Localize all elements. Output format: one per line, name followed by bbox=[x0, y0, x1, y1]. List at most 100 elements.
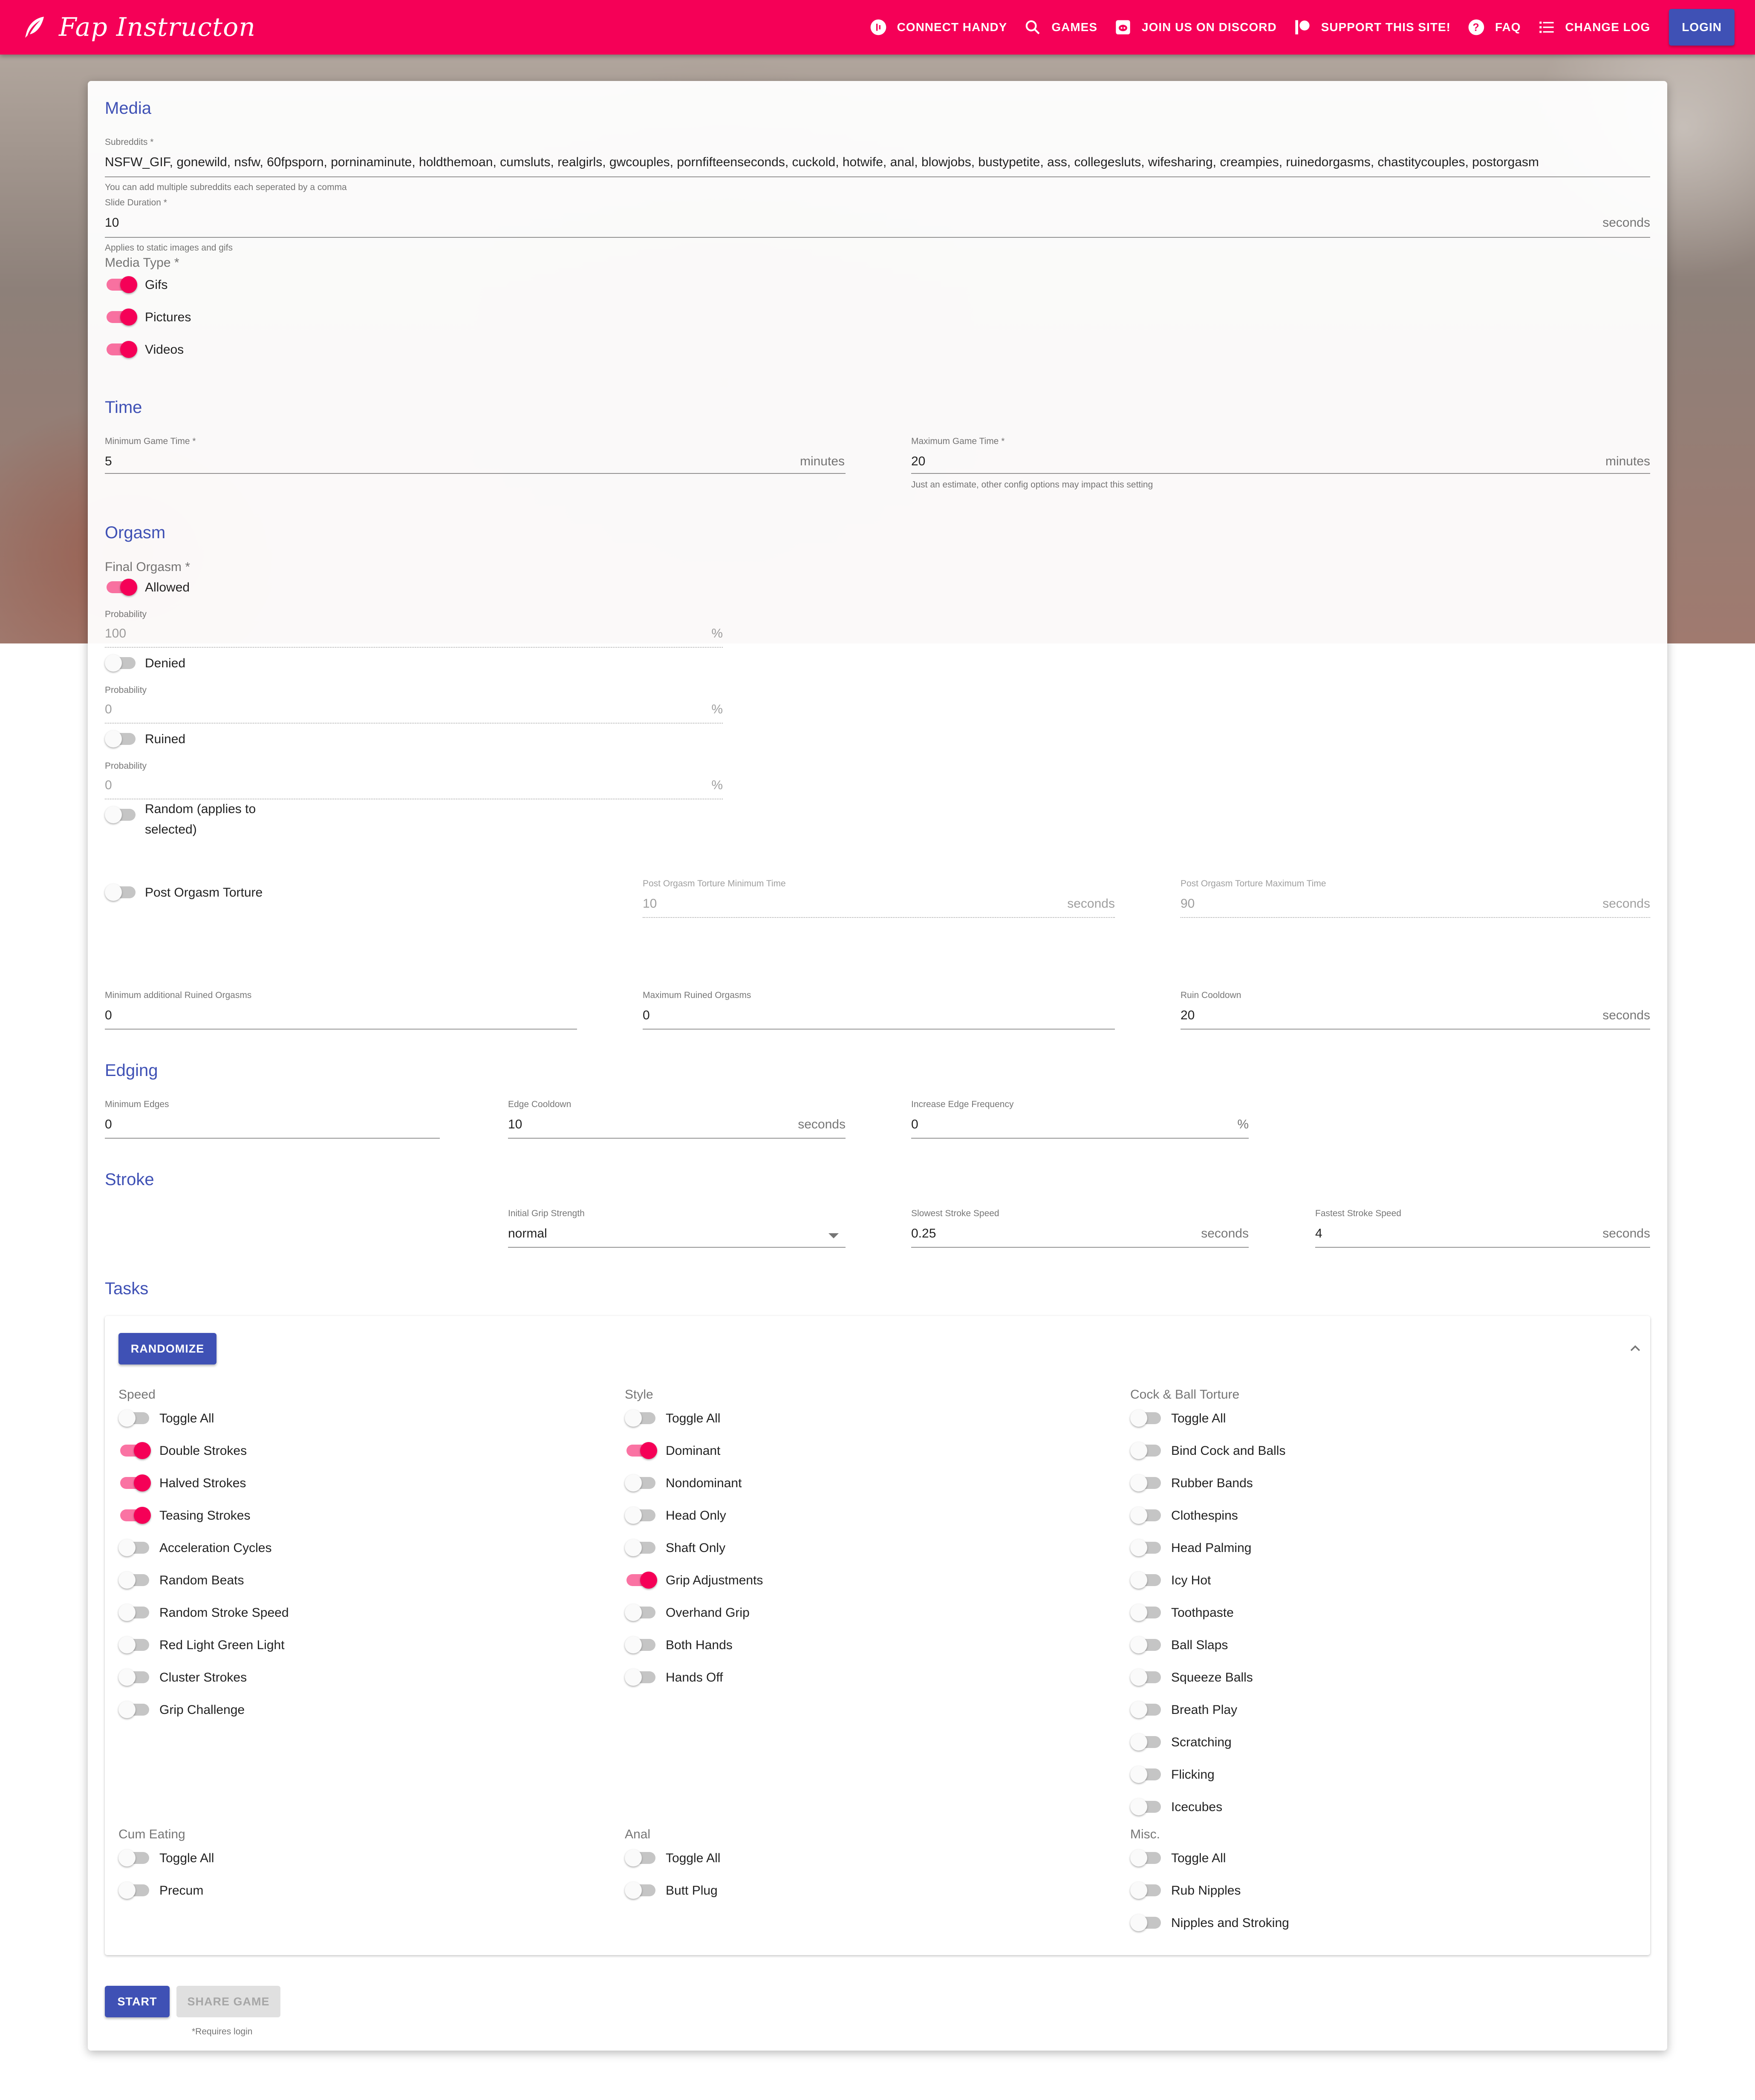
max-game-time-input[interactable]: 20 bbox=[911, 454, 925, 469]
edge-cooldown-input[interactable]: 10 bbox=[508, 1117, 522, 1132]
task-toggle-row[interactable]: Toggle All bbox=[1130, 1406, 1599, 1432]
task-toggle-row[interactable]: Red Light Green Light bbox=[118, 1633, 587, 1659]
random-switch[interactable] bbox=[105, 806, 137, 823]
task-toggle-row[interactable]: Rubber Bands bbox=[1130, 1471, 1599, 1497]
task-switch[interactable] bbox=[625, 1849, 657, 1866]
task-toggle-row[interactable]: Toggle All bbox=[118, 1406, 587, 1432]
max-ruined-input[interactable]: 0 bbox=[643, 1008, 650, 1023]
task-toggle-row[interactable]: Precum bbox=[118, 1878, 587, 1904]
task-switch[interactable] bbox=[118, 1410, 151, 1427]
edge-frequency-input[interactable]: 0 bbox=[911, 1117, 918, 1132]
task-toggle-row[interactable]: Cluster Strokes bbox=[118, 1665, 587, 1691]
task-toggle-row[interactable]: Random Beats bbox=[118, 1568, 587, 1594]
task-toggle-row[interactable]: Shaft Only bbox=[625, 1536, 1094, 1561]
pictures-switch[interactable] bbox=[105, 309, 137, 326]
task-toggle-row[interactable]: Toggle All bbox=[625, 1846, 1094, 1872]
min-edges-input[interactable]: 0 bbox=[105, 1117, 112, 1132]
denied-probability-input[interactable]: 0 bbox=[105, 702, 112, 717]
task-toggle-row[interactable]: Nondominant bbox=[625, 1471, 1094, 1497]
task-switch[interactable] bbox=[118, 1474, 151, 1491]
task-switch[interactable] bbox=[1130, 1798, 1163, 1815]
task-toggle-row[interactable]: Toggle All bbox=[1130, 1846, 1599, 1872]
nav-connect-handy[interactable]: CONNECT HANDY bbox=[870, 19, 1007, 36]
task-toggle-row[interactable]: Toggle All bbox=[625, 1406, 1094, 1432]
task-switch[interactable] bbox=[1130, 1604, 1163, 1621]
task-switch[interactable] bbox=[625, 1604, 657, 1621]
task-switch[interactable] bbox=[1130, 1882, 1163, 1899]
task-toggle-row[interactable]: Toggle All bbox=[118, 1846, 587, 1872]
task-toggle-row[interactable]: Nipples and Stroking bbox=[1130, 1911, 1599, 1936]
ruined-probability-input[interactable]: 0 bbox=[105, 778, 112, 793]
task-switch[interactable] bbox=[118, 1604, 151, 1621]
task-toggle-row[interactable]: Squeeze Balls bbox=[1130, 1665, 1599, 1691]
task-toggle-row[interactable]: Clothespins bbox=[1130, 1503, 1599, 1529]
pot-max-time-input[interactable]: 90 bbox=[1181, 897, 1195, 911]
task-toggle-row[interactable]: Grip Adjustments bbox=[625, 1568, 1094, 1594]
grip-strength-select[interactable]: normal bbox=[508, 1226, 547, 1241]
task-toggle-row[interactable]: Breath Play bbox=[1130, 1698, 1599, 1723]
task-switch[interactable] bbox=[1130, 1669, 1163, 1686]
chevron-up-icon[interactable] bbox=[1628, 1341, 1642, 1356]
gifs-switch[interactable] bbox=[105, 276, 137, 293]
fastest-stroke-input[interactable]: 4 bbox=[1315, 1226, 1322, 1241]
task-toggle-row[interactable]: Scratching bbox=[1130, 1730, 1599, 1756]
task-switch[interactable] bbox=[1130, 1572, 1163, 1589]
task-switch[interactable] bbox=[1130, 1766, 1163, 1783]
task-switch[interactable] bbox=[1130, 1539, 1163, 1556]
task-switch[interactable] bbox=[1130, 1849, 1163, 1866]
task-toggle-row[interactable]: Dominant bbox=[625, 1439, 1094, 1464]
task-toggle-row[interactable]: Head Only bbox=[625, 1503, 1094, 1529]
slide-duration-input[interactable]: 10 bbox=[105, 216, 119, 230]
task-toggle-row[interactable]: Halved Strokes bbox=[118, 1471, 587, 1497]
task-toggle-row[interactable]: Both Hands bbox=[625, 1633, 1094, 1659]
task-switch[interactable] bbox=[625, 1669, 657, 1686]
login-button[interactable]: LOGIN bbox=[1669, 9, 1735, 46]
task-switch[interactable] bbox=[1130, 1442, 1163, 1459]
videos-switch[interactable] bbox=[105, 341, 137, 358]
task-switch[interactable] bbox=[625, 1442, 657, 1459]
task-switch[interactable] bbox=[118, 1701, 151, 1718]
task-switch[interactable] bbox=[1130, 1701, 1163, 1718]
start-button[interactable]: START bbox=[105, 1986, 170, 2017]
subreddits-input[interactable]: NSFW_GIF, gonewild, nsfw, 60fpsporn, por… bbox=[105, 155, 1650, 170]
task-toggle-row[interactable]: Flicking bbox=[1130, 1762, 1599, 1788]
task-toggle-row[interactable]: Toothpaste bbox=[1130, 1601, 1599, 1626]
task-toggle-row[interactable]: Teasing Strokes bbox=[118, 1503, 587, 1529]
share-game-button[interactable]: SHARE GAME bbox=[176, 1986, 280, 2017]
nav-faq[interactable]: ? FAQ bbox=[1468, 19, 1521, 36]
ruin-cooldown-input[interactable]: 20 bbox=[1181, 1008, 1195, 1023]
task-switch[interactable] bbox=[118, 1442, 151, 1459]
allowed-switch[interactable] bbox=[105, 579, 137, 596]
task-toggle-row[interactable]: Hands Off bbox=[625, 1665, 1094, 1691]
randomize-button[interactable]: RANDOMIZE bbox=[118, 1333, 216, 1364]
task-toggle-row[interactable]: Overhand Grip bbox=[625, 1601, 1094, 1626]
task-switch[interactable] bbox=[625, 1572, 657, 1589]
task-switch[interactable] bbox=[625, 1507, 657, 1524]
task-switch[interactable] bbox=[1130, 1474, 1163, 1491]
task-switch[interactable] bbox=[625, 1410, 657, 1427]
task-toggle-row[interactable]: Grip Challenge bbox=[118, 1698, 587, 1723]
nav-games[interactable]: GAMES bbox=[1024, 19, 1097, 36]
task-toggle-row[interactable]: Random Stroke Speed bbox=[118, 1601, 587, 1626]
min-ruined-input[interactable]: 0 bbox=[105, 1008, 112, 1023]
task-switch[interactable] bbox=[1130, 1914, 1163, 1931]
dropdown-arrow-icon[interactable] bbox=[828, 1233, 839, 1238]
task-switch[interactable] bbox=[118, 1539, 151, 1556]
task-switch[interactable] bbox=[1130, 1507, 1163, 1524]
task-switch[interactable] bbox=[1130, 1410, 1163, 1427]
logo[interactable]: Fap Instructon bbox=[20, 10, 256, 44]
task-switch[interactable] bbox=[625, 1882, 657, 1899]
task-switch[interactable] bbox=[1130, 1734, 1163, 1751]
min-game-time-input[interactable]: 5 bbox=[105, 454, 112, 469]
denied-switch[interactable] bbox=[105, 655, 137, 672]
post-orgasm-torture-switch[interactable] bbox=[105, 884, 137, 901]
task-switch[interactable] bbox=[625, 1636, 657, 1653]
task-switch[interactable] bbox=[118, 1572, 151, 1589]
task-switch[interactable] bbox=[118, 1507, 151, 1524]
slowest-stroke-input[interactable]: 0.25 bbox=[911, 1226, 936, 1241]
task-toggle-row[interactable]: Ball Slaps bbox=[1130, 1633, 1599, 1659]
task-switch[interactable] bbox=[118, 1882, 151, 1899]
allowed-probability-input[interactable]: 100 bbox=[105, 626, 126, 641]
task-toggle-row[interactable]: Rub Nipples bbox=[1130, 1878, 1599, 1904]
task-toggle-row[interactable]: Butt Plug bbox=[625, 1878, 1094, 1904]
